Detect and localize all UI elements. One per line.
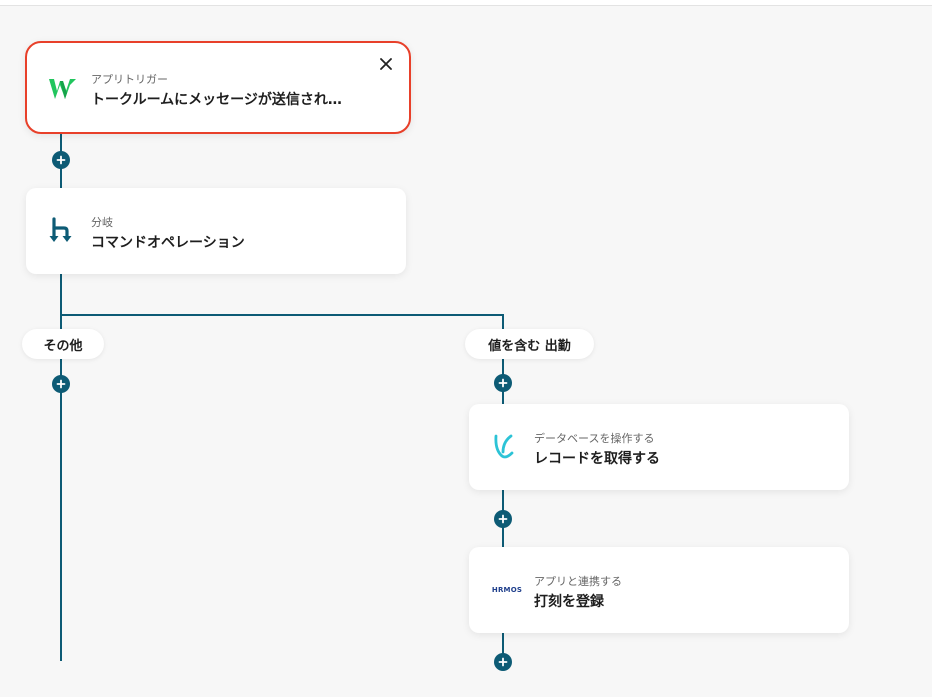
hrmos-logo-text: HRMOS xyxy=(491,586,523,594)
wowtalk-w-logo-icon xyxy=(45,71,81,107)
branch-label-contains-value[interactable]: 値を含む 出勤 xyxy=(465,329,594,359)
app-step-title: 打刻を登録 xyxy=(534,594,604,610)
trigger-title: トークルームにメッセージが送信され… xyxy=(91,92,342,108)
plus-icon xyxy=(498,514,508,524)
add-step-button[interactable] xyxy=(494,510,512,528)
plus-icon xyxy=(498,657,508,667)
add-step-button[interactable] xyxy=(494,653,512,671)
database-step-card[interactable]: データベースを操作する レコードを取得する xyxy=(469,404,849,490)
add-step-button[interactable] xyxy=(52,375,70,393)
top-bar xyxy=(0,0,932,6)
branch-category: 分岐 xyxy=(91,216,113,229)
database-step-category: データベースを操作する xyxy=(534,432,655,445)
branch-card[interactable]: 分岐 コマンドオペレーション xyxy=(26,188,406,274)
close-icon[interactable] xyxy=(377,55,395,73)
trigger-card[interactable]: アプリトリガー トークルームにメッセージが送信され… xyxy=(25,41,411,134)
branch-connector-line xyxy=(60,314,504,316)
add-step-button[interactable] xyxy=(494,374,512,392)
app-step-card[interactable]: HRMOS アプリと連携する 打刻を登録 xyxy=(469,547,849,633)
connector-line xyxy=(502,633,504,655)
branch-icon xyxy=(44,213,80,249)
branch-label-other[interactable]: その他 xyxy=(22,329,104,359)
plus-icon xyxy=(498,378,508,388)
database-step-title: レコードを取得する xyxy=(534,451,660,467)
app-step-category: アプリと連携する xyxy=(534,575,622,588)
branch-title: コマンドオペレーション xyxy=(91,235,245,251)
add-step-button[interactable] xyxy=(52,151,70,169)
trigger-category: アプリトリガー xyxy=(91,73,168,86)
plus-icon xyxy=(56,155,66,165)
yoom-database-icon xyxy=(486,429,522,465)
plus-icon xyxy=(56,379,66,389)
hrmos-logo-icon: HRMOS xyxy=(487,572,527,608)
